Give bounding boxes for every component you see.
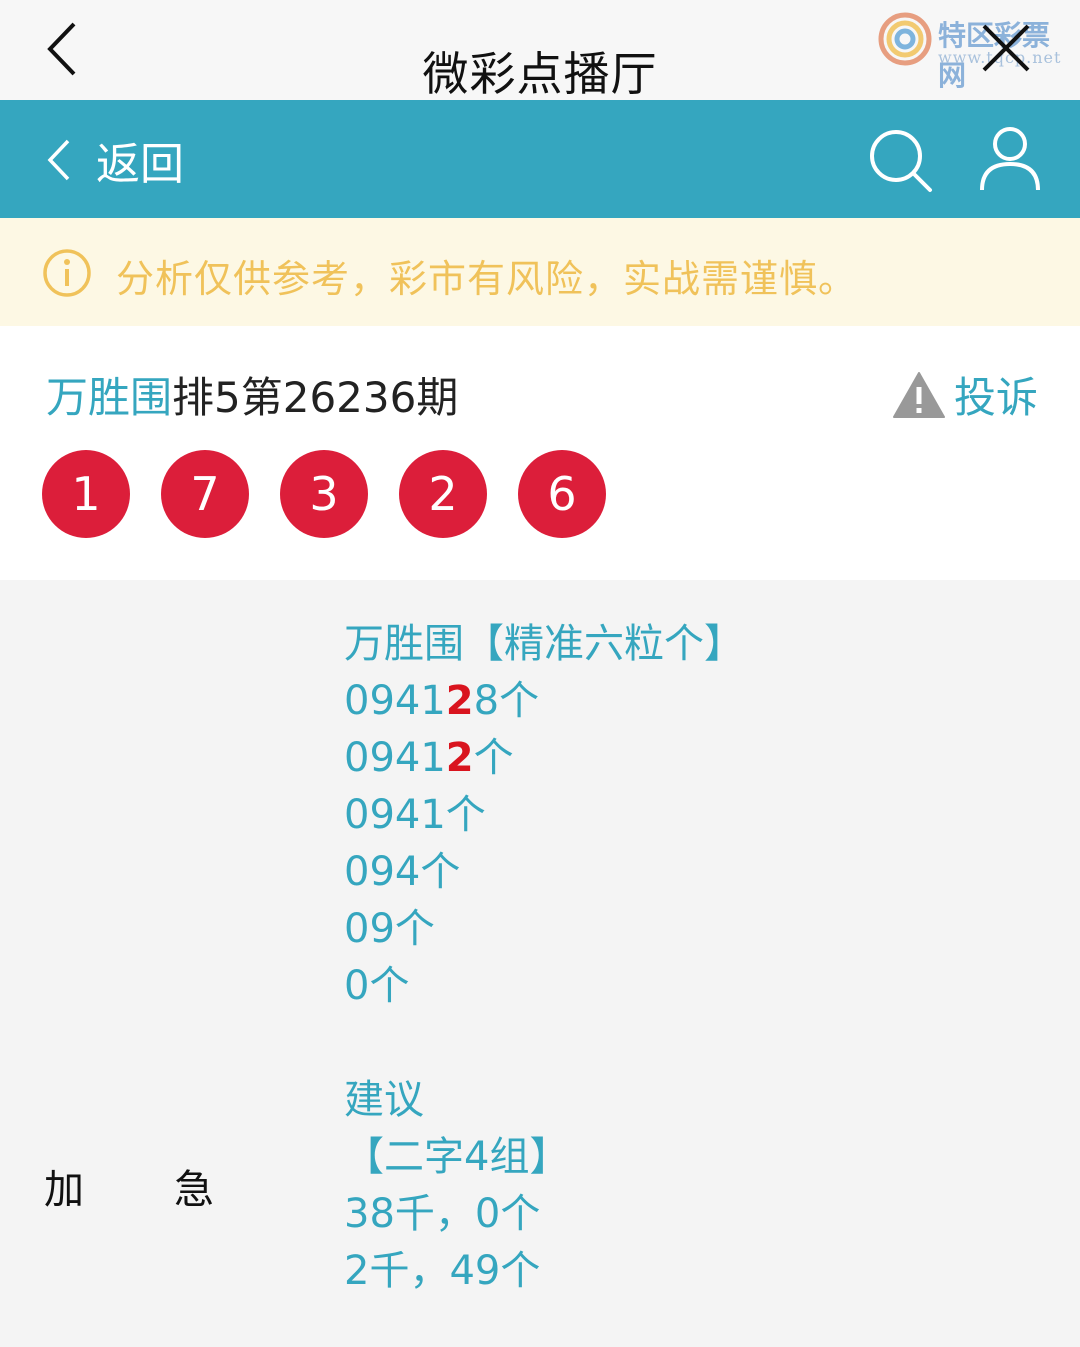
number-ball: 6 (518, 450, 606, 538)
complain-button[interactable]: 投诉 (892, 364, 1038, 425)
author-link[interactable]: 万胜围 (46, 373, 172, 422)
advice-subtitle: 【二字4组】 (344, 1134, 570, 1180)
close-icon[interactable] (978, 20, 1034, 76)
prediction-line: 0个 (344, 963, 410, 1009)
urgent-label-1: 加 (44, 1167, 84, 1213)
advice-line: 2千，49个 (344, 1248, 541, 1294)
watermark: 特区彩票网 www.tqcp.net (878, 8, 1074, 92)
hit-digit: 2 (445, 735, 474, 781)
search-icon[interactable] (866, 126, 934, 194)
notice-text: 分析仅供参考，彩市有风险，实战需谨慎。 (116, 257, 858, 301)
hit-digit: 2 (445, 678, 474, 724)
prediction-content: 加 急 万胜围【精准六粒个】 094128个 09412个 0941个 094个… (0, 580, 1080, 1347)
issue-number: 排5第26236期 (172, 373, 459, 422)
title-bar: 微彩点播厅 特区彩票网 www.tqcp.net (0, 0, 1080, 101)
prediction-line: 094128个 (344, 678, 540, 724)
number-ball: 3 (280, 450, 368, 538)
urgent-label-2: 急 (174, 1167, 214, 1213)
issue-title: 万胜围排5第26236期 (46, 364, 458, 425)
number-ball: 2 (399, 450, 487, 538)
info-icon (43, 249, 91, 297)
nav-back-label: 返回 (96, 139, 184, 190)
winning-numbers: 1 7 3 2 6 (42, 450, 637, 538)
nav-bar: 返回 (0, 100, 1080, 218)
chevron-left-icon (47, 139, 70, 181)
prediction-line: 09412个 (344, 735, 514, 781)
number-ball: 7 (161, 450, 249, 538)
user-icon[interactable] (978, 126, 1042, 192)
number-ball: 1 (42, 450, 130, 538)
warning-icon (893, 371, 945, 418)
prediction-line: 0941个 (344, 792, 486, 838)
nav-back-button[interactable]: 返回 (44, 134, 184, 190)
prediction-line: 094个 (344, 849, 461, 895)
prediction-line: 09个 (344, 906, 435, 952)
watermark-logo-icon (878, 12, 932, 66)
advice-title: 建议 (344, 1077, 424, 1123)
prediction-lines: 万胜围【精准六粒个】 094128个 09412个 0941个 094个 09个… (344, 616, 744, 1300)
advice-line: 38千，0个 (344, 1191, 541, 1237)
complain-label: 投诉 (954, 373, 1039, 422)
issue-section: 万胜围排5第26236期 投诉 1 7 3 2 6 (0, 326, 1080, 580)
risk-notice: 分析仅供参考，彩市有风险，实战需谨慎。 (0, 218, 1080, 326)
prediction-heading: 万胜围【精准六粒个】 (344, 621, 744, 667)
